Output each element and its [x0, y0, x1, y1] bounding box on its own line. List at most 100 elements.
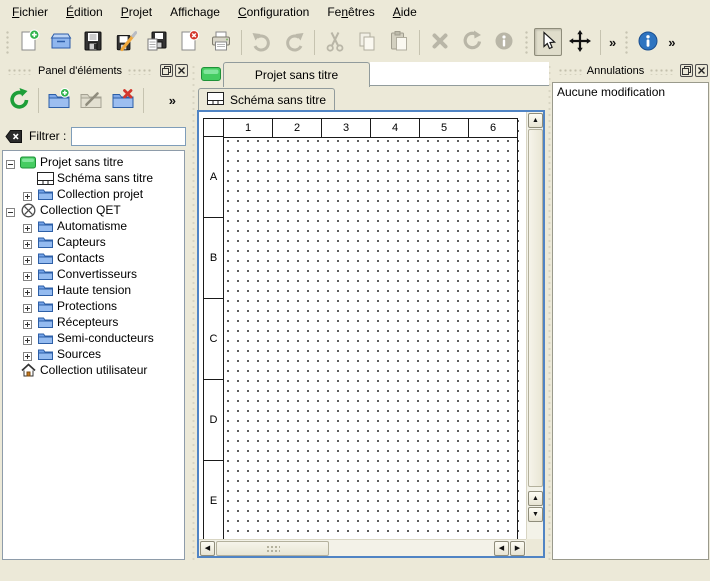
tree-expander-plus[interactable]	[23, 270, 32, 279]
undo-history-list[interactable]: Aucune modification	[552, 82, 709, 560]
tree-item-label: Schéma sans titre	[57, 171, 153, 185]
print-button[interactable]	[207, 28, 235, 56]
toolbar-separator	[143, 88, 144, 113]
rotate-button[interactable]	[458, 28, 486, 56]
clear-filter-button[interactable]	[4, 127, 24, 145]
scroll-left-button[interactable]: ◀	[200, 541, 215, 556]
tree-item[interactable]: Collection utilisateur	[3, 362, 184, 378]
filter-input[interactable]	[71, 127, 186, 146]
dock-grip	[127, 67, 153, 75]
paste-icon	[387, 29, 411, 56]
cut-button[interactable]	[321, 28, 349, 56]
tree-item[interactable]: Protections	[3, 298, 184, 314]
sheet-column-header: 5	[419, 118, 469, 138]
menu-fichier[interactable]: Fichier	[3, 2, 57, 22]
tree-item[interactable]: Collection QET	[3, 202, 184, 218]
tree-item[interactable]: Projet sans titre	[3, 154, 184, 170]
menu-projet[interactable]: Projet	[112, 2, 161, 22]
redo-button[interactable]	[280, 28, 308, 56]
tree-item[interactable]: Sources	[3, 346, 184, 362]
toolbar-separator	[314, 30, 315, 55]
folder-blue-icon	[36, 268, 54, 280]
menu-fenetres[interactable]: Fenêtres	[318, 2, 383, 22]
tree-expander-plus[interactable]	[23, 318, 32, 327]
diagram-canvas[interactable]: 123456 ABCDE	[199, 112, 526, 539]
select-mode-button[interactable]	[534, 28, 562, 56]
tree-item[interactable]: Schéma sans titre	[3, 170, 184, 186]
tree-item[interactable]: Semi-conducteurs	[3, 330, 184, 346]
tree-item[interactable]: Récepteurs	[3, 314, 184, 330]
tree-item-label: Capteurs	[57, 235, 106, 249]
dock-close-button[interactable]	[695, 64, 708, 77]
tree-expander-plus[interactable]	[23, 254, 32, 263]
move-mode-button[interactable]	[566, 28, 594, 56]
tree-expander-plus[interactable]	[23, 222, 32, 231]
horizontal-scrollbar[interactable]: ◀ ◀ ▶	[199, 539, 526, 556]
menu-affichage[interactable]: Affichage	[161, 2, 229, 22]
menu-aide[interactable]: Aide	[384, 2, 426, 22]
sheet-column-header: 1	[223, 118, 273, 138]
scroll-down-button[interactable]: ▼	[528, 507, 543, 522]
save-icon	[81, 29, 105, 56]
vertical-scrollbar-thumb[interactable]	[528, 129, 543, 487]
undo-button[interactable]	[248, 28, 276, 56]
save-as-button[interactable]	[111, 28, 139, 56]
cut-icon	[323, 29, 347, 56]
elements-panel-toolbar: »	[0, 82, 190, 118]
new-file-button[interactable]	[15, 28, 43, 56]
tree-expander-plus[interactable]	[23, 302, 32, 311]
tree-item[interactable]: Capteurs	[3, 234, 184, 250]
undo-list-item[interactable]: Aucune modification	[553, 83, 708, 101]
toolbar-separator	[419, 30, 420, 55]
tree-expander-minus[interactable]	[6, 158, 15, 167]
schema-tab[interactable]: Schéma sans titre	[198, 88, 335, 110]
project-tab[interactable]: Projet sans titre	[223, 62, 370, 87]
new-category-button[interactable]	[45, 86, 73, 114]
vertical-scrollbar[interactable]: ▲ ▲ ▼	[526, 112, 543, 539]
tree-item[interactable]: Collection projet	[3, 186, 184, 202]
tree-expander-minus[interactable]	[6, 206, 15, 215]
horizontal-scrollbar-thumb[interactable]	[216, 541, 329, 556]
tree-expander-plus[interactable]	[23, 286, 32, 295]
toolbar-handle[interactable]	[623, 29, 629, 55]
splitter-handle[interactable]	[190, 62, 195, 560]
save-button[interactable]	[79, 28, 107, 56]
tree-item[interactable]: Contacts	[3, 250, 184, 266]
dock-float-button[interactable]	[160, 64, 173, 77]
edit-category-button[interactable]	[77, 86, 105, 114]
delete-category-button[interactable]	[109, 86, 137, 114]
close-file-button[interactable]	[175, 28, 203, 56]
tree-item[interactable]: Convertisseurs	[3, 266, 184, 282]
tree-expander-plus[interactable]	[23, 190, 32, 199]
delete-button[interactable]	[426, 28, 454, 56]
toolbar-overflow-button[interactable]: »	[605, 35, 620, 50]
dock-close-button[interactable]	[175, 64, 188, 77]
toolbar-separator	[241, 30, 242, 55]
copy-button[interactable]	[353, 28, 381, 56]
paste-button[interactable]	[385, 28, 413, 56]
element-tree[interactable]: Projet sans titreSchéma sans titreCollec…	[2, 150, 185, 560]
save-all-button[interactable]	[143, 28, 171, 56]
project-tabbar: Projet sans titre	[196, 62, 549, 87]
menu-edition[interactable]: Édition	[57, 2, 112, 22]
tree-item[interactable]: Haute tension	[3, 282, 184, 298]
object-info-button[interactable]	[490, 28, 518, 56]
tree-expander-plus[interactable]	[23, 334, 32, 343]
open-file-button[interactable]	[47, 28, 75, 56]
dock-float-button[interactable]	[680, 64, 693, 77]
tree-item[interactable]: Automatisme	[3, 218, 184, 234]
scroll-right-button[interactable]: ▶	[510, 541, 525, 556]
reload-collections-button[interactable]	[4, 86, 32, 114]
toolbar-overflow-button[interactable]: »	[664, 35, 679, 50]
scroll-left-button[interactable]: ◀	[494, 541, 509, 556]
tree-expander-plus[interactable]	[23, 350, 32, 359]
panel-overflow-button[interactable]: »	[165, 93, 180, 108]
toolbar-handle[interactable]	[4, 29, 10, 55]
toolbar-handle[interactable]	[523, 29, 529, 55]
tree-expander-plus[interactable]	[23, 238, 32, 247]
toolbar-separator	[600, 30, 601, 55]
diagram-info-button[interactable]	[634, 28, 662, 56]
scroll-up-button[interactable]: ▲	[528, 113, 543, 128]
scroll-up-button[interactable]: ▲	[528, 491, 543, 506]
menu-configuration[interactable]: Configuration	[229, 2, 318, 22]
